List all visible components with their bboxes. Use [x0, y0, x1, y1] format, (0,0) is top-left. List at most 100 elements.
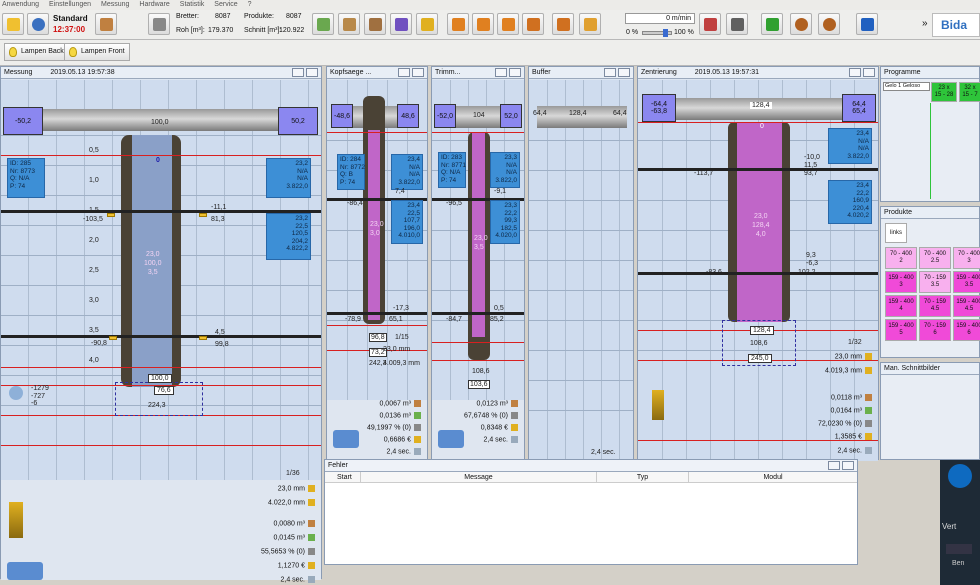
board-green-button[interactable]: [312, 13, 334, 35]
stack-4-button[interactable]: [522, 13, 544, 35]
stat-yield: 67,6748 % (0): [464, 412, 518, 419]
minimize-button[interactable]: [828, 461, 840, 470]
more-chevron[interactable]: »: [922, 18, 928, 29]
produkt-cell[interactable]: 159 - 400 3: [885, 271, 917, 293]
add-button[interactable]: [761, 13, 783, 35]
produkt-cell[interactable]: 70 - 159 6: [919, 319, 951, 341]
produkt-cell[interactable]: 70 - 400 2.5: [919, 247, 951, 269]
marker-bar: [107, 213, 115, 217]
minimize-button[interactable]: [849, 68, 861, 77]
value-m17-3: -17,3: [393, 305, 409, 312]
col-message[interactable]: Message: [360, 472, 596, 482]
stack-3-button[interactable]: [497, 13, 519, 35]
dog-2-button[interactable]: [818, 13, 840, 35]
value-7-4: 7,4: [395, 188, 405, 195]
dog-1-button[interactable]: [790, 13, 812, 35]
bottom-value-2: 108,6: [750, 340, 768, 347]
board-cut-button[interactable]: [364, 13, 386, 35]
produkt-cell[interactable]: 70 - 400 2: [885, 247, 917, 269]
marker-bar: [199, 213, 207, 217]
produkt-cell[interactable]: 159 - 400 3.5: [953, 271, 980, 293]
remote-app-icon[interactable]: [948, 464, 972, 488]
menu-hardware[interactable]: Hardware: [139, 0, 169, 10]
value-m78-9: -78,9: [345, 316, 361, 323]
align-button[interactable]: [856, 13, 878, 35]
lampen-back-button[interactable]: Lampen Back: [4, 43, 69, 61]
menu-service[interactable]: Service: [214, 0, 237, 10]
stat-volume-2: 0,0136 m³: [379, 412, 421, 419]
bottom-value-1: 128,4: [750, 326, 774, 335]
stack-6-button[interactable]: [579, 13, 601, 35]
info-box-left: ID: 284 Nr: 8772 Q: B P: 74: [337, 154, 365, 190]
produkt-cell[interactable]: 159 - 400 4: [885, 295, 917, 317]
export-button[interactable]: [390, 13, 412, 35]
slider-thumb[interactable]: [663, 29, 668, 37]
maximize-button[interactable]: [618, 68, 630, 77]
minimize-button[interactable]: [398, 68, 410, 77]
menu-statistik[interactable]: Statistik: [180, 0, 205, 10]
maximize-button[interactable]: [509, 68, 521, 77]
machine-button[interactable]: [726, 13, 748, 35]
produkt-cell[interactable]: 70 - 400 3: [953, 247, 980, 269]
lamp-tool-button[interactable]: [2, 13, 24, 35]
maximize-button[interactable]: [842, 461, 854, 470]
produkt-cell[interactable]: 70 - 159 3.5: [919, 271, 951, 293]
rotate-icon[interactable]: [333, 430, 359, 448]
top-value: 128,4: [750, 102, 772, 109]
center-values: 23,0 3,0: [370, 221, 384, 237]
remote-ver-label: Vert: [942, 522, 957, 531]
menu-anwendung[interactable]: Anwendung: [2, 0, 39, 10]
programme-item[interactable]: Gelo 1 Geloso: [883, 82, 930, 91]
maximize-button[interactable]: [306, 68, 318, 77]
stack-5-button[interactable]: [552, 13, 574, 35]
user-button[interactable]: [27, 13, 49, 35]
stack-2-button[interactable]: [472, 13, 494, 35]
info-box-left: ID: 283 Nr: 8771 Q: N/A P: 74: [438, 152, 466, 188]
brand-logo: Bida: [932, 13, 980, 37]
col-typ[interactable]: Typ: [596, 472, 688, 482]
info-box-left: ID: 285 Nr: 8773 Q: N/A P: 74: [7, 158, 45, 198]
minimize-button[interactable]: [495, 68, 507, 77]
produkt-cell[interactable]: 70 - 159 4.5: [919, 295, 951, 317]
menu-messung[interactable]: Messung: [101, 0, 129, 10]
speed-slider[interactable]: [642, 29, 672, 37]
play-button[interactable]: [699, 13, 721, 35]
center-values: 23,0 128,4 4,0: [752, 213, 770, 238]
menu-help[interactable]: ?: [248, 0, 252, 10]
scale-4-0: 4,0: [89, 357, 99, 364]
programme-cell-2[interactable]: 32 x 15 - 7: [959, 82, 980, 102]
menu-einstellungen[interactable]: Einstellungen: [49, 0, 91, 10]
col-start[interactable]: Start: [325, 472, 360, 482]
user-settings-button[interactable]: [95, 13, 117, 35]
maximize-button[interactable]: [412, 68, 424, 77]
rotate-icon[interactable]: [7, 562, 43, 580]
rotate-icon[interactable]: [438, 430, 464, 448]
user-icon: [32, 18, 45, 31]
buffer-header: Buffer: [529, 67, 633, 79]
produkte-panel: Produkte links 70 - 400 2 70 - 400 2.5 7…: [880, 206, 980, 358]
tray-button[interactable]: [416, 13, 438, 35]
buffer-panel: Buffer 64,4 128,4 64,4 2,4 sec.: [528, 66, 634, 461]
bulb-icon: [9, 47, 17, 57]
zentrierung-panel: Zentrierung 2019.05.13 19:57:31 -64,4 -6…: [637, 66, 879, 461]
value-m84-7: -84,7: [446, 316, 462, 323]
minimize-button[interactable]: [292, 68, 304, 77]
stack-1-button[interactable]: [447, 13, 469, 35]
produkt-cell[interactable]: 159 - 400 5: [885, 319, 917, 341]
left-3-5-value: -90,8: [91, 340, 107, 347]
lampen-front-button[interactable]: Lampen Front: [64, 43, 130, 61]
board-button[interactable]: [338, 13, 360, 35]
col-modul[interactable]: Modul: [688, 472, 857, 482]
produkt-cell[interactable]: 159 - 400 6: [953, 319, 980, 341]
bottom-value-2: 103,6: [468, 380, 490, 389]
sensor-icon: [9, 386, 23, 400]
programme-cell-1[interactable]: 23 x 15 - 28: [931, 82, 957, 102]
maximize-button[interactable]: [863, 68, 875, 77]
links-button[interactable]: links: [885, 223, 907, 243]
produkt-cell[interactable]: 159 - 400 4.5: [953, 295, 980, 317]
gear-button[interactable]: [148, 13, 170, 35]
schnittbilder-header: Man. Schnittbilder: [881, 363, 979, 375]
value-m83-6: -83,6: [706, 269, 722, 276]
programme-title: Programme: [884, 69, 921, 76]
minimize-button[interactable]: [604, 68, 616, 77]
